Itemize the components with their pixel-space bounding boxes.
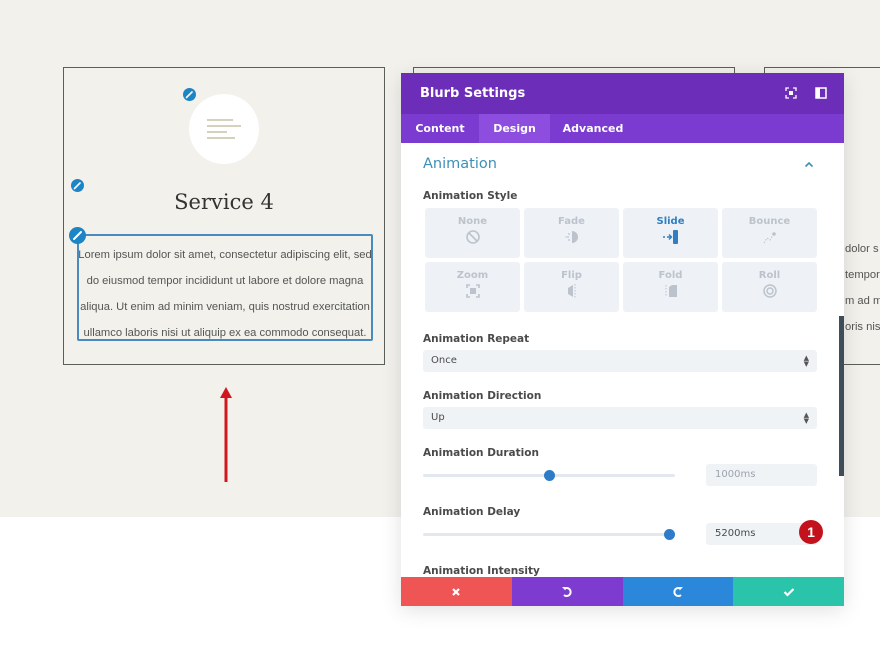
animation-style-roll[interactable]: Roll xyxy=(722,262,817,312)
flip-icon xyxy=(567,284,575,298)
screenshot-expand-icon[interactable] xyxy=(784,86,798,100)
option-label: None xyxy=(457,216,488,227)
panel-footer xyxy=(401,577,844,606)
select-arrows-icon: ▲ ▼ xyxy=(803,354,809,368)
fade-icon xyxy=(564,231,578,243)
option-label: Zoom xyxy=(456,270,489,281)
annotation-arrow-up-icon xyxy=(220,387,232,482)
text-lines-icon-line xyxy=(207,137,235,139)
option-label: Fade xyxy=(558,216,585,227)
edit-image-icon[interactable] xyxy=(183,88,196,101)
blurb-body-text: Lorem ipsum dolor sit amet, consectetur … xyxy=(75,242,375,346)
partial-line: m ad m xyxy=(845,295,880,307)
text-lines-icon xyxy=(207,119,233,121)
tab-content[interactable]: Content xyxy=(401,114,479,143)
none-icon xyxy=(465,230,480,244)
close-icon xyxy=(452,587,461,596)
animation-repeat-select[interactable]: Once ▲ ▼ xyxy=(423,350,817,372)
animation-style-zoom[interactable]: Zoom xyxy=(425,262,520,312)
panel-scrollbar[interactable] xyxy=(839,316,844,476)
animation-style-label: Animation Style xyxy=(423,190,518,202)
body-text-line: ullamco laboris nisi ut aliquip ex ea co… xyxy=(83,327,367,339)
panel-scroll-area[interactable]: Animation Animation Style None Fade Slid… xyxy=(401,143,844,577)
animation-style-bounce[interactable]: Bounce xyxy=(722,208,817,258)
select-value: Up xyxy=(431,412,445,423)
animation-style-none[interactable]: None xyxy=(425,208,520,258)
body-text-line: aliqua. Ut enim ad minim veniam, quis no… xyxy=(80,301,370,313)
animation-direction-select[interactable]: Up ▲ ▼ xyxy=(423,407,817,429)
section-title-animation[interactable]: Animation xyxy=(423,156,497,172)
slider-handle[interactable] xyxy=(543,470,555,481)
fold-icon xyxy=(665,285,677,297)
option-label: Roll xyxy=(758,270,781,281)
partial-line: oris nisi xyxy=(845,321,880,333)
text-lines-icon-line xyxy=(207,125,241,127)
zoom-icon xyxy=(465,284,480,298)
animation-intensity-label: Animation Intensity xyxy=(423,565,540,577)
slide-icon xyxy=(662,230,678,244)
animation-delay-slider[interactable] xyxy=(423,529,676,540)
animation-duration-label: Animation Duration xyxy=(423,447,539,459)
body-text-line: Lorem ipsum dolor sit amet, consectetur … xyxy=(78,249,372,261)
option-label: Slide xyxy=(656,216,685,227)
blurb-settings-panel: Blurb Settings Content Design Advanced A… xyxy=(401,73,844,606)
roll-icon xyxy=(762,284,777,298)
check-icon xyxy=(783,587,794,597)
panel-tabs: Content Design Advanced xyxy=(401,114,844,143)
partial-line: dolor s xyxy=(845,243,879,255)
chevron-up-icon[interactable] xyxy=(804,161,814,168)
tab-design[interactable]: Design xyxy=(479,114,550,143)
animation-style-fade[interactable]: Fade xyxy=(524,208,619,258)
animation-style-flip[interactable]: Flip xyxy=(524,262,619,312)
blurb-card-service-4[interactable]: Service 4 Lorem ipsum dolor sit amet, co… xyxy=(63,67,385,365)
animation-style-slide[interactable]: Slide xyxy=(623,208,718,258)
panel-header[interactable]: Blurb Settings xyxy=(401,73,844,114)
animation-duration-input[interactable]: 1000ms xyxy=(706,464,817,486)
bounce-icon xyxy=(763,232,776,244)
text-lines-icon-line xyxy=(207,131,227,133)
animation-repeat-label: Animation Repeat xyxy=(423,333,530,345)
annotation-badge: 1 xyxy=(799,520,823,544)
sidebar-layout-icon[interactable] xyxy=(814,86,828,100)
partial-line: tempor xyxy=(845,269,880,281)
body-text-line: do eiusmod tempor incididunt ut labore e… xyxy=(86,275,364,287)
select-value: Once xyxy=(431,355,457,366)
right-card-partial-text: dolor s tempor m ad m oris nisi xyxy=(845,236,880,340)
undo-icon xyxy=(562,586,572,597)
animation-style-fold[interactable]: Fold xyxy=(623,262,718,312)
option-label: Fold xyxy=(658,270,683,281)
option-label: Bounce xyxy=(748,216,791,227)
undo-button[interactable] xyxy=(511,577,623,606)
blurb-image-circle xyxy=(189,94,259,164)
cancel-button[interactable] xyxy=(401,577,512,606)
redo-icon xyxy=(673,586,683,597)
redo-button[interactable] xyxy=(622,577,734,606)
slider-handle[interactable] xyxy=(664,529,676,540)
tab-advanced[interactable]: Advanced xyxy=(550,114,636,143)
panel-title: Blurb Settings xyxy=(420,86,526,101)
animation-direction-label: Animation Direction xyxy=(423,390,542,402)
option-label: Flip xyxy=(561,270,582,281)
edit-body-icon[interactable] xyxy=(69,227,86,244)
blurb-title: Service 4 xyxy=(174,190,274,214)
animation-duration-slider[interactable] xyxy=(423,470,675,481)
select-arrows-icon: ▲ ▼ xyxy=(803,411,809,425)
animation-delay-label: Animation Delay xyxy=(423,506,521,518)
save-button[interactable] xyxy=(733,577,844,606)
blurb-body-text-box[interactable]: Lorem ipsum dolor sit amet, consectetur … xyxy=(77,234,373,341)
